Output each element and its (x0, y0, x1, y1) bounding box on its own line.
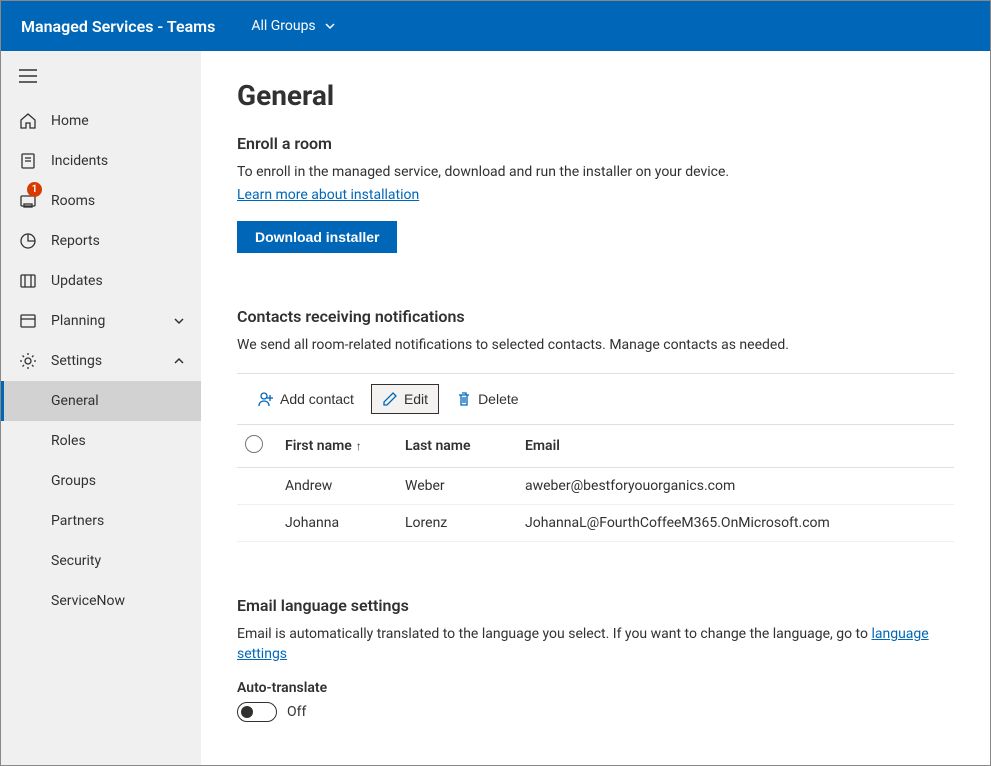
hamburger-menu-button[interactable] (1, 59, 201, 97)
auto-translate-toggle[interactable] (237, 702, 277, 722)
download-installer-button[interactable]: Download installer (237, 221, 397, 253)
contacts-heading: Contacts receiving notifications (237, 307, 954, 326)
sidebar-item-label: Planning (51, 313, 159, 329)
contacts-table: First name↑ Last name Email Andrew Weber… (237, 424, 954, 542)
group-selector-dropdown[interactable]: All Groups (251, 18, 335, 34)
sidebar-item-security[interactable]: Security (1, 541, 201, 581)
cell-email: JohannaL@FourthCoffeeM365.OnMicrosoft.co… (517, 505, 954, 542)
language-section: Email language settings Email is automat… (237, 596, 954, 722)
app-title: Managed Services - Teams (21, 17, 215, 36)
sidebar-item-label: General (51, 393, 201, 409)
toolbar-label: Edit (404, 391, 428, 407)
sidebar-item-label: Groups (51, 473, 201, 489)
cell-first: Andrew (277, 468, 397, 505)
chevron-down-icon (173, 315, 185, 327)
select-all-cell[interactable] (237, 425, 277, 468)
sidebar-item-roles[interactable]: Roles (1, 421, 201, 461)
table-row[interactable]: Johanna Lorenz JohannaL@FourthCoffeeM365… (237, 505, 954, 542)
sidebar-item-incidents[interactable]: 1 Incidents (1, 141, 201, 181)
sidebar-item-partners[interactable]: Partners (1, 501, 201, 541)
toolbar-label: Add contact (280, 391, 354, 407)
reports-icon (19, 232, 37, 250)
hamburger-icon (19, 69, 37, 83)
enroll-heading: Enroll a room (237, 134, 954, 153)
group-selector-label: All Groups (251, 18, 315, 34)
toggle-knob (241, 706, 253, 718)
incidents-icon: 1 (19, 152, 37, 170)
sidebar-item-planning[interactable]: Planning (1, 301, 201, 341)
select-all-circle[interactable] (245, 435, 263, 453)
incidents-badge: 1 (27, 182, 42, 197)
sidebar-item-label: Reports (51, 233, 201, 249)
sidebar-item-label: Settings (51, 353, 159, 369)
gear-icon (19, 352, 37, 370)
chevron-down-icon (324, 20, 336, 32)
contacts-toolbar: Add contact Edit Delete (237, 374, 954, 424)
sidebar-item-label: Home (51, 113, 201, 129)
sidebar-item-general[interactable]: General (1, 381, 201, 421)
col-last-name[interactable]: Last name (397, 425, 517, 468)
col-email[interactable]: Email (517, 425, 954, 468)
sidebar-item-label: Updates (51, 273, 201, 289)
contacts-text: We send all room-related notifications t… (237, 336, 954, 356)
toggle-state-label: Off (287, 704, 306, 720)
add-contact-icon (258, 391, 274, 407)
language-heading: Email language settings (237, 596, 954, 615)
cell-email: aweber@bestforyouorganics.com (517, 468, 954, 505)
sort-asc-icon: ↑ (356, 439, 362, 453)
learn-more-link[interactable]: Learn more about installation (237, 187, 419, 203)
cell-first: Johanna (277, 505, 397, 542)
sidebar-item-label: Rooms (51, 193, 201, 209)
cell-last: Weber (397, 468, 517, 505)
delete-contact-button[interactable]: Delete (445, 384, 529, 414)
toolbar-label: Delete (478, 391, 518, 407)
contacts-section: Contacts receiving notifications We send… (237, 307, 954, 543)
app-header: Managed Services - Teams All Groups (1, 1, 990, 51)
table-row[interactable]: Andrew Weber aweber@bestforyouorganics.c… (237, 468, 954, 505)
add-contact-button[interactable]: Add contact (247, 384, 365, 414)
updates-icon (19, 272, 37, 290)
sidebar-item-servicenow[interactable]: ServiceNow (1, 581, 201, 621)
auto-translate-label: Auto-translate (237, 680, 954, 696)
sidebar-item-label: Roles (51, 433, 201, 449)
sidebar-item-label: Incidents (51, 153, 201, 169)
sidebar-item-label: Partners (51, 513, 201, 529)
chevron-up-icon (173, 355, 185, 367)
page-title: General (237, 79, 954, 112)
planning-icon (19, 312, 37, 330)
main-content: General Enroll a room To enroll in the m… (201, 51, 990, 765)
enroll-section: Enroll a room To enroll in the managed s… (237, 134, 954, 253)
home-icon (19, 112, 37, 130)
col-first-name[interactable]: First name↑ (277, 425, 397, 468)
sidebar-item-groups[interactable]: Groups (1, 461, 201, 501)
sidebar-item-updates[interactable]: Updates (1, 261, 201, 301)
sidebar-item-home[interactable]: Home (1, 101, 201, 141)
sidebar-item-reports[interactable]: Reports (1, 221, 201, 261)
sidebar: Home 1 Incidents Rooms Reports (1, 51, 201, 765)
edit-contact-button[interactable]: Edit (371, 384, 439, 414)
sidebar-item-settings[interactable]: Settings (1, 341, 201, 381)
delete-icon (456, 391, 472, 407)
language-text: Email is automatically translated to the… (237, 625, 954, 664)
sidebar-item-label: Security (51, 553, 201, 569)
edit-icon (382, 391, 398, 407)
sidebar-item-label: ServiceNow (51, 593, 201, 609)
cell-last: Lorenz (397, 505, 517, 542)
enroll-text: To enroll in the managed service, downlo… (237, 163, 954, 183)
